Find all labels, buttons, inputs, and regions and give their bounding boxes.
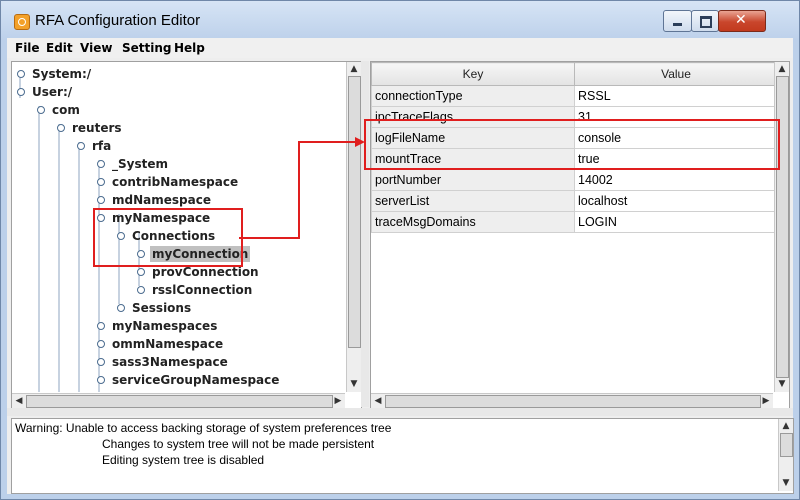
app-window: RFA Configuration Editor ✕ File Edit Vie… bbox=[0, 0, 800, 500]
annotation-arrow bbox=[239, 137, 365, 239]
